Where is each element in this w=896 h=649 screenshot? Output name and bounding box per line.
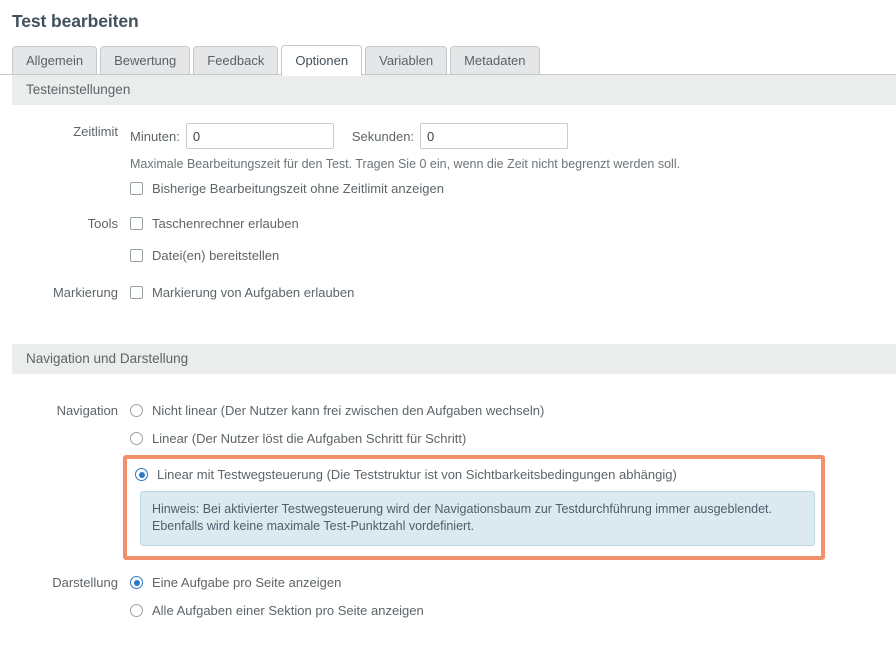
- option-label: Taschenrechner erlauben: [152, 216, 299, 231]
- option-label: Nicht linear (Der Nutzer kann frei zwisc…: [152, 403, 545, 418]
- form-row-tools: Tools Taschenrechner erlauben Datei(en) …: [0, 215, 896, 264]
- option-taschenrechner[interactable]: Taschenrechner erlauben: [130, 215, 896, 232]
- label-minuten: Minuten:: [130, 128, 180, 144]
- tab-label: Bewertung: [114, 53, 177, 68]
- radio-eine-aufgabe-pro-seite[interactable]: [130, 576, 143, 589]
- form-row-navigation: Navigation Nicht linear (Der Nutzer kann…: [0, 402, 896, 560]
- zeitlimit-help-text: Maximale Bearbeitungszeit für den Test. …: [130, 157, 681, 171]
- radio-linear-mit-testwegsteuerung[interactable]: [135, 468, 148, 481]
- label-zeitlimit: Zeitlimit: [73, 124, 118, 139]
- label-sekunden: Sekunden:: [351, 128, 415, 144]
- tab-bar: Allgemein Bewertung Feedback Optionen Va…: [0, 45, 896, 76]
- option-label: Markierung von Aufgaben erlauben: [152, 285, 355, 300]
- tab-metadaten[interactable]: Metadaten: [450, 46, 540, 75]
- tab-label: Metadaten: [464, 53, 526, 68]
- option-label: Datei(en) bereitstellen: [152, 248, 280, 263]
- option-alle-aufgaben-pro-seite[interactable]: Alle Aufgaben einer Sektion pro Seite an…: [130, 602, 896, 619]
- zeitlimit-fields: Minuten: Sekunden:: [130, 123, 896, 149]
- radio-linear[interactable]: [130, 432, 143, 445]
- tab-label: Feedback: [207, 53, 265, 68]
- tab-variablen[interactable]: Variablen: [365, 46, 448, 75]
- option-label: Eine Aufgabe pro Seite anzeigen: [152, 575, 342, 590]
- option-linear-mit-testwegsteuerung[interactable]: Linear mit Testwegsteuerung (Die Teststr…: [135, 466, 813, 483]
- label-darstellung: Darstellung: [52, 575, 118, 590]
- form-row-zeitlimit: Zeitlimit Minuten: Sekunden: Maximale Be…: [0, 123, 896, 197]
- checkbox-markierung-aufgaben[interactable]: [130, 286, 143, 299]
- minutes-input[interactable]: [185, 123, 334, 149]
- label-navigation: Navigation: [56, 403, 118, 418]
- tab-label: Allgemein: [26, 53, 84, 68]
- tab-label: Variablen: [379, 53, 434, 68]
- tab-label: Optionen: [295, 53, 349, 68]
- label-markierung: Markierung: [52, 285, 118, 300]
- option-label: Linear (Der Nutzer löst die Aufgaben Sch…: [152, 431, 467, 446]
- option-dateien-bereitstellen[interactable]: Datei(en) bereitstellen: [130, 247, 896, 264]
- radio-nicht-linear[interactable]: [130, 404, 143, 417]
- form-row-darstellung: Darstellung Eine Aufgabe pro Seite anzei…: [0, 574, 896, 619]
- tab-optionen[interactable]: Optionen: [281, 45, 363, 76]
- section-header-navigation-darstellung: Navigation und Darstellung: [12, 344, 896, 374]
- option-label: Linear mit Testwegsteuerung (Die Teststr…: [157, 467, 677, 482]
- radio-alle-aufgaben-pro-seite[interactable]: [130, 604, 143, 617]
- form-row-markierung: Markierung Markierung von Aufgaben erlau…: [0, 284, 896, 302]
- tab-allgemein[interactable]: Allgemein: [12, 46, 98, 75]
- option-bisherige-bearbeitungszeit[interactable]: Bisherige Bearbeitungszeit ohne Zeitlimi…: [130, 180, 896, 197]
- label-tools: Tools: [87, 216, 118, 231]
- option-label: Alle Aufgaben einer Sektion pro Seite an…: [152, 603, 424, 618]
- checkbox-bisherige-bearbeitungszeit[interactable]: [130, 182, 143, 195]
- hint-box-testwegsteuerung: Hinweis: Bei aktivierter Testwegsteuerun…: [140, 491, 815, 546]
- highlight-box-testwegsteuerung: Linear mit Testwegsteuerung (Die Teststr…: [123, 455, 825, 560]
- checkbox-dateien-bereitstellen[interactable]: [130, 249, 143, 262]
- option-linear[interactable]: Linear (Der Nutzer löst die Aufgaben Sch…: [130, 430, 896, 447]
- option-label: Bisherige Bearbeitungszeit ohne Zeitlimi…: [152, 181, 444, 196]
- option-eine-aufgabe-pro-seite[interactable]: Eine Aufgabe pro Seite anzeigen: [130, 574, 896, 591]
- option-nicht-linear[interactable]: Nicht linear (Der Nutzer kann frei zwisc…: [130, 402, 896, 419]
- seconds-input[interactable]: [420, 123, 569, 149]
- option-markierung-aufgaben[interactable]: Markierung von Aufgaben erlauben: [130, 284, 896, 301]
- tab-bewertung[interactable]: Bewertung: [100, 46, 191, 75]
- checkbox-taschenrechner[interactable]: [130, 217, 143, 230]
- page-title: Test bearbeiten: [12, 11, 139, 31]
- tab-feedback[interactable]: Feedback: [193, 46, 279, 75]
- section-header-testeinstellungen: Testeinstellungen: [12, 75, 896, 105]
